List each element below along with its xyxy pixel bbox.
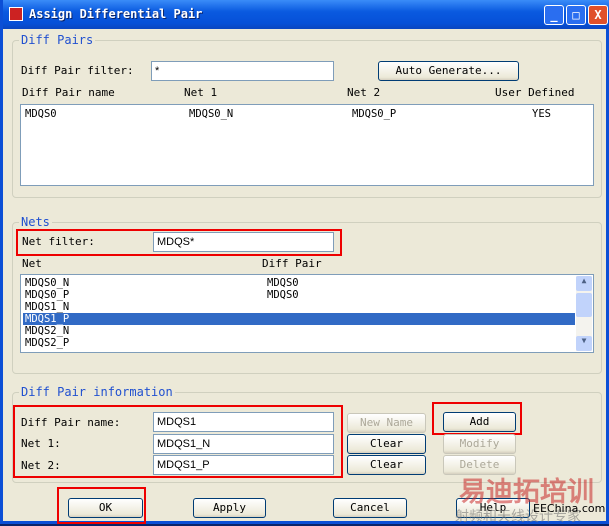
clear-net1-button[interactable]: Clear <box>347 434 426 454</box>
diff-pair-name-input[interactable] <box>153 412 334 432</box>
list-item[interactable]: MDQS2_N <box>23 325 575 337</box>
apply-button[interactable]: Apply <box>193 498 266 518</box>
group-label: Diff Pairs <box>19 33 96 47</box>
col-user-defined[interactable]: User Defined <box>495 86 574 99</box>
net2-input[interactable] <box>153 455 334 475</box>
col-diff-pair[interactable]: Diff Pair <box>262 257 322 270</box>
ok-button[interactable]: OK <box>68 498 143 518</box>
close-button[interactable]: X <box>588 5 608 25</box>
cell-net: MDQS0_P <box>25 289 70 301</box>
net-filter-label: Net filter: <box>22 235 95 248</box>
title-bar: Assign Differential Pair _ □ X <box>3 0 609 29</box>
list-item[interactable]: MDQS0_P MDQS0 <box>23 289 575 301</box>
diff-pair-filter-label: Diff Pair filter: <box>21 64 134 77</box>
net-filter-input[interactable] <box>153 232 334 252</box>
clear-net2-button[interactable]: Clear <box>347 455 426 475</box>
cell-diff-pair: MDQS0 <box>267 277 299 289</box>
cell-diff-pair: MDQS0 <box>267 289 299 301</box>
net2-label: Net 2: <box>21 459 61 472</box>
cell-net: MDQS2_P <box>25 337 70 349</box>
cell-net1: MDQS0_N <box>189 108 234 120</box>
list-item[interactable]: MDQS0_N MDQS0 <box>23 277 575 289</box>
auto-generate-button[interactable]: Auto Generate... <box>378 61 519 81</box>
scroll-down-icon[interactable]: ▼ <box>576 336 592 351</box>
net1-label: Net 1: <box>21 437 61 450</box>
list-item[interactable]: MDQS1_N <box>23 301 575 313</box>
minimize-button[interactable]: _ <box>544 5 564 25</box>
diff-pair-filter-input[interactable] <box>151 61 334 81</box>
scroll-up-icon[interactable]: ▲ <box>576 276 592 291</box>
assign-differential-pair-dialog: Assign Differential Pair _ □ X Diff Pair… <box>0 0 609 525</box>
col-diff-pair-name[interactable]: Diff Pair name <box>22 86 115 99</box>
diff-pair-name-label: Diff Pair name: <box>21 416 121 429</box>
cell-net: MDQS1_P <box>25 313 70 325</box>
list-item[interactable]: MDQS2_P <box>23 337 575 349</box>
nets-list[interactable]: ▲ ▼ MDQS0_N MDQS0 MDQS0_P MDQS0 MDQS1_N MDQS1… <box>20 274 594 353</box>
col-net2[interactable]: Net 2 <box>347 86 380 99</box>
list-item[interactable]: MDQS1_P <box>23 313 575 325</box>
modify-button[interactable]: Modify <box>443 434 516 454</box>
list-item[interactable]: MDQS0 MDQS0_N MDQS0_P YES <box>23 108 591 120</box>
cell-net2: MDQS0_P <box>352 108 397 120</box>
net1-input[interactable] <box>153 434 334 454</box>
scrollbar[interactable]: ▲ ▼ <box>576 276 592 351</box>
window-title: Assign Differential Pair <box>29 7 203 21</box>
maximize-button[interactable]: □ <box>566 5 586 25</box>
scroll-thumb[interactable] <box>576 293 592 317</box>
col-net[interactable]: Net <box>22 257 42 270</box>
col-net1[interactable]: Net 1 <box>184 86 217 99</box>
cell-user-defined: YES <box>532 108 551 120</box>
watermark-site: EEChina.com <box>533 502 606 515</box>
cancel-button[interactable]: Cancel <box>333 498 407 518</box>
diff-pairs-list[interactable]: MDQS0 MDQS0_N MDQS0_P YES <box>20 104 594 186</box>
add-button[interactable]: Add <box>443 412 516 432</box>
cell-net: MDQS2_N <box>25 325 70 337</box>
group-label: Nets <box>19 215 52 229</box>
group-label: Diff Pair information <box>19 385 175 399</box>
cell-net: MDQS1_N <box>25 301 70 313</box>
cell-net: MDQS0_N <box>25 277 70 289</box>
cell-name: MDQS0 <box>25 108 57 120</box>
new-name-button[interactable]: New Name <box>347 413 426 433</box>
app-icon <box>9 7 23 21</box>
